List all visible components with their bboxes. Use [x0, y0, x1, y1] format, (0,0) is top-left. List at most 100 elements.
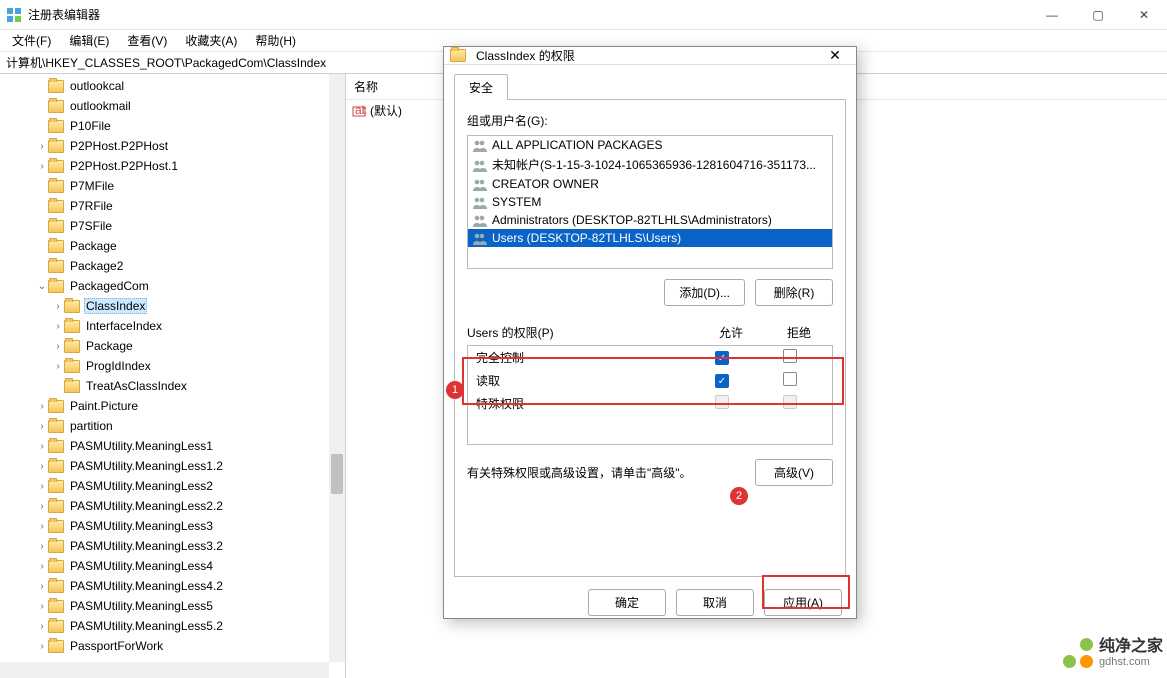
tree-item[interactable]: ›ClassIndex	[0, 296, 345, 316]
chevron-right-icon[interactable]: ›	[36, 461, 48, 472]
group-item[interactable]: ALL APPLICATION PACKAGES	[468, 136, 832, 154]
tree-scrollbar[interactable]	[329, 74, 345, 662]
group-item[interactable]: Administrators (DESKTOP-82TLHLS\Administ…	[468, 211, 832, 229]
tree-item[interactable]: P7MFile	[0, 176, 345, 196]
tree-item[interactable]: › PassportForWork	[0, 636, 345, 656]
chevron-right-icon[interactable]: ›	[36, 581, 48, 592]
dialog-close-button[interactable]: ✕	[820, 47, 850, 64]
chevron-right-icon[interactable]: ›	[36, 641, 48, 652]
window-title: 注册表编辑器	[28, 6, 1029, 23]
chevron-right-icon[interactable]: ›	[36, 501, 48, 512]
groups-listbox[interactable]: ALL APPLICATION PACKAGES未知帐户(S-1-15-3-10…	[467, 135, 833, 269]
tree-item[interactable]: › PASMUtility.MeaningLess2	[0, 476, 345, 496]
allow-checkbox	[715, 395, 729, 409]
tree-item-label: partition	[68, 419, 115, 433]
menu-file[interactable]: 文件(F)	[4, 30, 59, 51]
tree-item[interactable]: P10File	[0, 116, 345, 136]
tree-item[interactable]: P7SFile	[0, 216, 345, 236]
tree-item-label: PassportForWork	[68, 639, 165, 653]
tree-item[interactable]: ›PASMUtility.MeaningLess3	[0, 516, 345, 536]
permission-row: 完全控制✓	[468, 346, 832, 369]
group-item[interactable]: CREATOR OWNER	[468, 175, 832, 193]
chevron-right-icon[interactable]: ›	[52, 341, 64, 352]
close-button[interactable]: ✕	[1121, 0, 1167, 30]
chevron-right-icon[interactable]: ›	[36, 621, 48, 632]
menu-view[interactable]: 查看(V)	[119, 30, 175, 51]
tree-item-label: PASMUtility.MeaningLess2	[68, 479, 215, 493]
minimize-button[interactable]: —	[1029, 0, 1075, 30]
chevron-right-icon[interactable]: ›	[36, 601, 48, 612]
allow-checkbox[interactable]: ✓	[715, 351, 729, 365]
apply-button[interactable]: 应用(A)	[764, 589, 842, 616]
chevron-right-icon[interactable]: ›	[52, 361, 64, 372]
tree-item[interactable]: ›PASMUtility.MeaningLess5	[0, 596, 345, 616]
registry-tree[interactable]: outlookcaloutlookmailP10File›P2PHost.P2P…	[0, 74, 346, 678]
tree-item-label: P2PHost.P2PHost.1	[68, 159, 180, 173]
permission-label: 特殊权限	[476, 395, 688, 412]
chevron-right-icon[interactable]: ›	[36, 141, 48, 152]
tree-item[interactable]: › P2PHost.P2PHost.1	[0, 156, 345, 176]
tree-item[interactable]: ›PASMUtility.MeaningLess1.2	[0, 456, 345, 476]
tree-item-label: P7MFile	[68, 179, 116, 193]
folder-icon	[64, 300, 80, 313]
tree-item[interactable]: ›Package	[0, 336, 345, 356]
allow-checkbox[interactable]: ✓	[715, 374, 729, 388]
tree-item[interactable]: ›PASMUtility.MeaningLess1	[0, 436, 345, 456]
folder-icon	[48, 580, 64, 593]
chevron-right-icon[interactable]: ›	[52, 301, 64, 312]
menu-favorites[interactable]: 收藏夹(A)	[177, 30, 245, 51]
chevron-right-icon[interactable]: ›	[36, 521, 48, 532]
tree-item[interactable]: outlookmail	[0, 96, 345, 116]
dialog-titlebar[interactable]: ClassIndex 的权限 ✕	[444, 47, 856, 65]
tree-item[interactable]: P7RFile	[0, 196, 345, 216]
tree-item-label: PASMUtility.MeaningLess5.2	[68, 619, 225, 633]
folder-icon	[48, 420, 64, 433]
group-item[interactable]: SYSTEM	[468, 193, 832, 211]
tree-h-scrollbar[interactable]	[0, 662, 329, 678]
chevron-right-icon[interactable]: ›	[36, 161, 48, 172]
tree-item[interactable]: ›InterfaceIndex	[0, 316, 345, 336]
tree-item[interactable]: ⌄ PackagedCom	[0, 276, 345, 296]
add-button[interactable]: 添加(D)...	[664, 279, 745, 306]
tree-item[interactable]: ›PASMUtility.MeaningLess4	[0, 556, 345, 576]
chevron-right-icon[interactable]: ›	[36, 561, 48, 572]
chevron-right-icon[interactable]: ›	[36, 481, 48, 492]
tree-item[interactable]: TreatAsClassIndex	[0, 376, 345, 396]
tree-item[interactable]: outlookcal	[0, 76, 345, 96]
tree-item[interactable]: ›Paint.Picture	[0, 396, 345, 416]
ok-button[interactable]: 确定	[588, 589, 666, 616]
folder-icon	[48, 560, 64, 573]
remove-button[interactable]: 删除(R)	[755, 279, 833, 306]
deny-checkbox[interactable]	[783, 372, 797, 386]
tree-item-label: ProgIdIndex	[84, 359, 153, 373]
menu-edit[interactable]: 编辑(E)	[61, 30, 117, 51]
chevron-right-icon[interactable]: ›	[36, 541, 48, 552]
tree-item[interactable]: ›P2PHost.P2PHost	[0, 136, 345, 156]
maximize-button[interactable]: ▢	[1075, 0, 1121, 30]
scrollbar-thumb[interactable]	[331, 454, 343, 494]
folder-icon	[48, 100, 64, 113]
tree-item-label: PackagedCom	[68, 279, 151, 293]
tree-item[interactable]: ›PASMUtility.MeaningLess3.2	[0, 536, 345, 556]
tree-item[interactable]: › ProgIdIndex	[0, 356, 345, 376]
folder-icon	[48, 500, 64, 513]
tree-item[interactable]: Package2	[0, 256, 345, 276]
chevron-down-icon[interactable]: ⌄	[36, 281, 48, 292]
chevron-right-icon[interactable]: ›	[52, 321, 64, 332]
chevron-right-icon[interactable]: ›	[36, 441, 48, 452]
chevron-right-icon[interactable]: ›	[36, 421, 48, 432]
menu-help[interactable]: 帮助(H)	[247, 30, 304, 51]
tree-item[interactable]: Package	[0, 236, 345, 256]
tree-item[interactable]: ›PASMUtility.MeaningLess2.2	[0, 496, 345, 516]
cancel-button[interactable]: 取消	[676, 589, 754, 616]
group-item[interactable]: 未知帐户(S-1-15-3-1024-1065365936-1281604716…	[468, 154, 832, 175]
advanced-button[interactable]: 高级(V)	[755, 459, 833, 486]
tree-item[interactable]: ›PASMUtility.MeaningLess4.2	[0, 576, 345, 596]
folder-icon	[48, 240, 64, 253]
deny-checkbox[interactable]	[783, 349, 797, 363]
tree-item[interactable]: › partition	[0, 416, 345, 436]
tab-security[interactable]: 安全	[454, 74, 508, 100]
group-item[interactable]: Users (DESKTOP-82TLHLS\Users)	[468, 229, 832, 247]
tree-item[interactable]: › PASMUtility.MeaningLess5.2	[0, 616, 345, 636]
chevron-right-icon[interactable]: ›	[36, 401, 48, 412]
